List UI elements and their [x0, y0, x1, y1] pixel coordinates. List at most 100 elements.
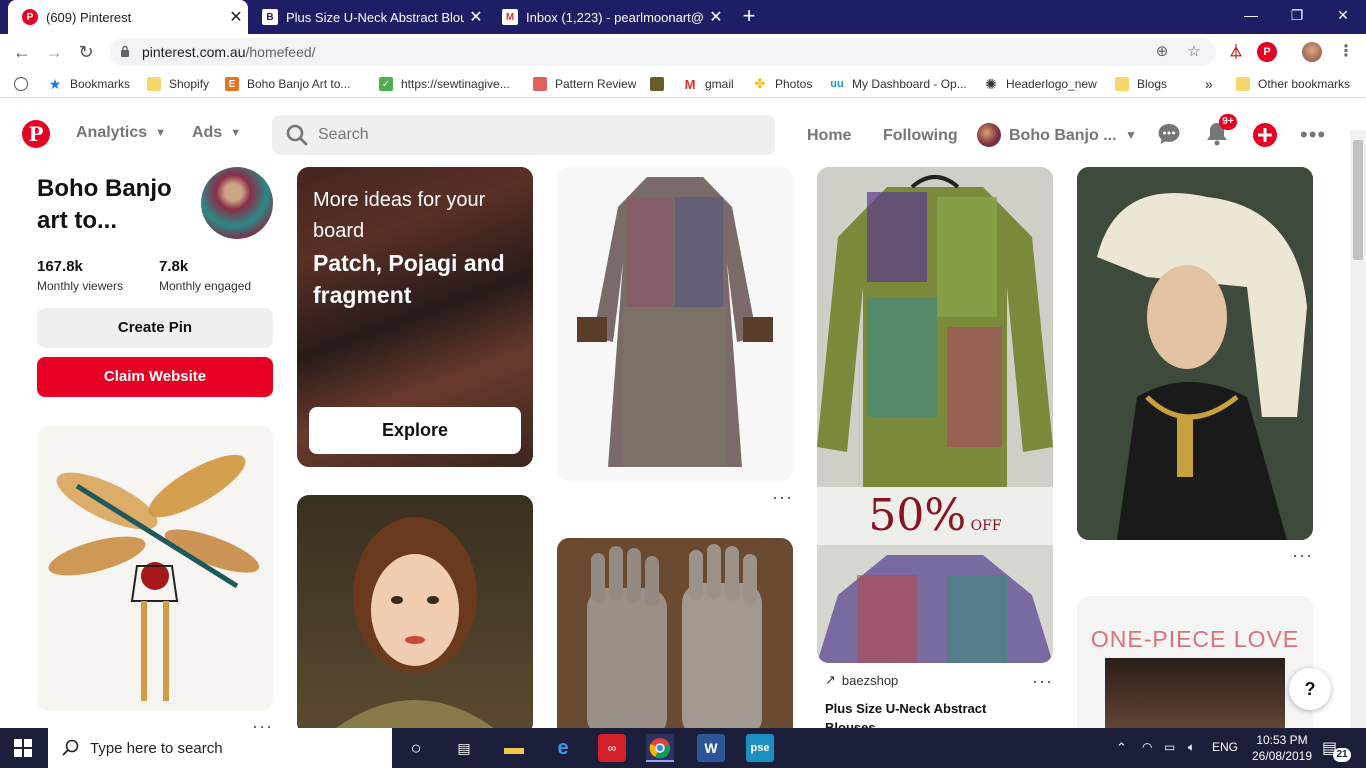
- word-icon[interactable]: W: [697, 734, 725, 762]
- bookmark-tree[interactable]: [650, 75, 672, 93]
- search-icon: [286, 124, 308, 146]
- create-pin-button[interactable]: Create Pin: [37, 308, 273, 348]
- wifi-icon[interactable]: ◠: [1142, 740, 1152, 754]
- creative-cloud-icon[interactable]: ∞: [598, 734, 626, 762]
- bookmark-gmail[interactable]: Mgmail: [683, 75, 734, 93]
- more-options-icon[interactable]: •••: [1300, 122, 1326, 148]
- close-tab-icon[interactable]: ✕: [224, 7, 248, 27]
- help-button[interactable]: ?: [1289, 668, 1331, 710]
- browser-tabstrip: P (609) Pinterest ✕ B Plus Size U-Neck A…: [0, 0, 1366, 34]
- home-feed: Boho Banjo art to... 167.8k Monthly view…: [0, 166, 1350, 728]
- edge-icon[interactable]: e: [549, 734, 577, 762]
- source-link[interactable]: ↗ baezshop: [825, 672, 898, 688]
- bookmark-boho-banjo[interactable]: E Boho Banjo Art to...: [225, 75, 350, 93]
- b-favicon-icon: B: [262, 9, 278, 25]
- external-link-arrow-icon: ↗: [825, 672, 836, 687]
- claim-website-button[interactable]: Claim Website: [37, 357, 273, 397]
- star-bookmark-icon[interactable]: ☆: [1184, 42, 1204, 62]
- back-arrow-icon[interactable]: ←: [10, 40, 34, 64]
- pin-knitted-gloves[interactable]: [557, 538, 793, 728]
- apps-globe-icon[interactable]: [14, 77, 28, 91]
- username-link[interactable]: Boho Banjo ...: [1009, 127, 1117, 145]
- sale-banner: 50% OFF: [817, 487, 1053, 545]
- tab-gmail[interactable]: M Inbox (1,223) - pearlmoonart@gr ✕: [488, 0, 728, 34]
- close-tab-icon[interactable]: ✕: [464, 7, 488, 27]
- more-icon[interactable]: ···: [772, 488, 793, 506]
- file-explorer-icon[interactable]: ▬: [500, 734, 528, 762]
- pinterest-logo-icon[interactable]: P: [22, 120, 50, 148]
- pin-one-piece-love[interactable]: ONE-PIECE LOVE: [1077, 596, 1313, 728]
- following-link[interactable]: Following: [883, 127, 958, 145]
- battery-icon[interactable]: ▭: [1164, 740, 1175, 754]
- pin-medieval-portrait[interactable]: [1077, 167, 1313, 540]
- profile-name[interactable]: Boho Banjo art to...: [37, 173, 197, 237]
- clock-date: 26/08/2019: [1251, 749, 1313, 763]
- address-bar[interactable]: pinterest.com.au/homefeed/ ⊕ ☆: [110, 38, 1216, 66]
- profile-avatar[interactable]: [201, 167, 273, 239]
- page-scrollbar[interactable]: [1350, 130, 1366, 728]
- add-pin-icon[interactable]: [1252, 122, 1278, 148]
- check-favicon-icon: ✓: [379, 77, 393, 91]
- add-icon[interactable]: ⊕: [1152, 42, 1172, 62]
- chrome-taskbar-icon[interactable]: [646, 734, 674, 762]
- photoshop-elements-icon[interactable]: pse: [746, 734, 774, 762]
- bookmark-shopify[interactable]: Shopify: [147, 75, 209, 93]
- viewers-label: Monthly viewers: [37, 279, 124, 293]
- folder-icon: [1236, 77, 1250, 91]
- task-view-icon[interactable]: ▤: [450, 734, 478, 762]
- windows-taskbar: ○ ▤ ▬ e ∞ W pse ⌃ ◠ ▭ 🔈︎ ENG 10:53 PM 26…: [0, 728, 1366, 768]
- pin-title[interactable]: Plus Size U-Neck Abstract Blouses: [825, 699, 1025, 728]
- tab-pinterest[interactable]: P (609) Pinterest ✕: [8, 0, 248, 34]
- bookmark-headerlogo[interactable]: ✺ Headerlogo_new: [984, 75, 1097, 93]
- cortana-icon[interactable]: ○: [402, 734, 430, 762]
- scrollbar-thumb[interactable]: [1353, 140, 1363, 260]
- bookmark-pattern-review[interactable]: Pattern Review: [533, 75, 636, 93]
- taskbar-clock[interactable]: 10:53 PM 26/08/2019: [1250, 732, 1314, 764]
- bookmark-bookmarks[interactable]: ★ Bookmarks: [48, 75, 130, 93]
- bookmark-dashboard[interactable]: uu My Dashboard - Op...: [830, 75, 966, 93]
- pin-abstract-blouse[interactable]: 50% OFF: [817, 167, 1053, 663]
- home-link[interactable]: Home: [807, 127, 851, 145]
- pin-dragonfly-hairpin[interactable]: [37, 426, 273, 711]
- folder-icon: [147, 77, 161, 91]
- language-indicator[interactable]: ENG: [1212, 740, 1238, 754]
- bookmark-sewtinagive[interactable]: ✓ https://sewtinagive...: [379, 75, 510, 93]
- bookmark-photos[interactable]: ✤ Photos: [753, 75, 813, 93]
- new-tab-button[interactable]: +: [736, 4, 762, 30]
- clock-time: 10:53 PM: [1256, 733, 1308, 747]
- bookmark-blogs[interactable]: Blogs: [1115, 75, 1167, 93]
- more-icon[interactable]: ···: [1292, 546, 1313, 564]
- chevron-down-icon[interactable]: ▼: [1118, 122, 1144, 148]
- ads-menu[interactable]: Ads ▼: [192, 124, 241, 142]
- messages-icon[interactable]: [1156, 122, 1182, 148]
- more-bookmarks-button[interactable]: »: [1205, 75, 1213, 93]
- dashboard-favicon-icon: uu: [830, 78, 844, 90]
- taskbar-search-input[interactable]: [90, 739, 370, 757]
- chrome-menu-icon[interactable]: ⋮: [1336, 42, 1356, 62]
- close-window-icon[interactable]: ✕: [1320, 0, 1366, 30]
- user-avatar[interactable]: [977, 123, 1001, 147]
- search-input[interactable]: [318, 115, 758, 155]
- windows-start-icon[interactable]: [14, 739, 32, 757]
- pin-image: [1077, 167, 1313, 540]
- pin-patchwork-coat[interactable]: [557, 167, 793, 481]
- pinterest-favicon-icon: P: [22, 9, 38, 25]
- more-ideas-card[interactable]: More ideas for your board Patch, Pojagi …: [297, 167, 533, 467]
- analytics-menu[interactable]: Analytics ▼: [76, 124, 166, 142]
- more-icon[interactable]: ···: [1032, 672, 1053, 690]
- tab-blouse[interactable]: B Plus Size U-Neck Abstract Blouse ✕: [248, 0, 488, 34]
- bookmark-other[interactable]: Other bookmarks: [1236, 75, 1350, 93]
- forward-arrow-icon[interactable]: →: [42, 40, 66, 64]
- reload-icon[interactable]: ↻: [74, 40, 98, 64]
- board-name: Patch, Pojagi and fragment: [313, 250, 505, 308]
- maximize-icon[interactable]: ❐: [1274, 0, 1320, 30]
- explore-button[interactable]: Explore: [309, 407, 521, 454]
- pin-renaissance-portrait[interactable]: [297, 495, 533, 728]
- tray-chevron-up-icon[interactable]: ⌃: [1116, 740, 1127, 756]
- acrobat-extension-icon[interactable]: ⏃: [1226, 42, 1246, 62]
- minimize-icon[interactable]: —: [1228, 0, 1274, 30]
- pinterest-extension-icon[interactable]: P: [1257, 42, 1277, 62]
- close-tab-icon[interactable]: ✕: [704, 7, 728, 27]
- profile-avatar-icon[interactable]: [1302, 42, 1322, 62]
- volume-icon[interactable]: 🔈︎: [1188, 740, 1195, 755]
